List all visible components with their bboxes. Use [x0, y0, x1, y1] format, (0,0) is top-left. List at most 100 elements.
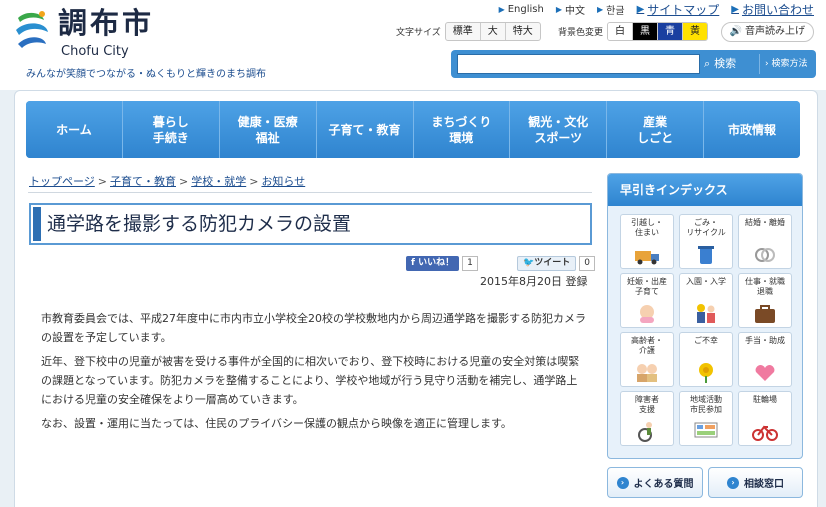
index-tile-label: 地域活動 市民参加 [690, 395, 722, 414]
faq-button[interactable]: › よくある質問 [607, 467, 703, 498]
heart-hand-icon [755, 365, 775, 381]
font-size-normal-button[interactable]: 標準 [446, 23, 480, 40]
facebook-like-button[interactable]: f いいね！ [406, 256, 460, 271]
arrow-icon: ▶ [555, 4, 562, 14]
search-icon: ⌕ [704, 57, 711, 70]
global-nav: ホーム 暮らし 手続き 健康・医療 福祉 子育て・教育 まちづくり 環境 観光・… [26, 101, 800, 158]
index-tile[interactable]: ご不幸 [679, 332, 733, 387]
index-tile[interactable]: ごみ・ リサイクル [679, 214, 733, 269]
site-title[interactable]: 調布市 [58, 6, 154, 40]
article-body: 市教育委員会では、平成27年度中に市内市立小学校全20校の学校敷地内から周辺通学… [41, 309, 586, 438]
bg-color-label: 背景色変更 [558, 28, 604, 38]
lang-english-link[interactable]: ▶ English [499, 4, 544, 15]
elderly-couple-icon [637, 364, 657, 382]
paragraph: 近年、登下校中の児童が被害を受ける事件が全国的に相次いでおり、登下校時における児… [41, 355, 580, 406]
nav-government[interactable]: 市政情報 [703, 101, 800, 158]
index-tile[interactable]: 駐輪場 [738, 391, 792, 446]
index-tile-label: 仕事・就職 退職 [745, 277, 785, 296]
consult-button[interactable]: › 相談窓口 [708, 467, 803, 498]
arrow-icon: ▶ [498, 4, 505, 14]
breadcrumb-news[interactable]: お知らせ [261, 175, 305, 188]
bg-color-group: 白 黒 青 黄 [607, 22, 709, 41]
recycle-bin-icon [698, 246, 714, 264]
breadcrumb-top[interactable]: トップページ [29, 175, 95, 188]
arrow-icon: ▶ [597, 4, 604, 14]
search-button[interactable]: ⌕ 検索 [704, 54, 736, 74]
twitter-tweet: 🐦ツイート 0 [517, 256, 595, 271]
index-tile-label: 入園・入学 [686, 277, 726, 286]
page-title-box: 通学路を撮影する防犯カメラの設置 [29, 203, 592, 245]
arrow-icon: ▶ [636, 3, 645, 15]
contact-link[interactable]: ▶ お問い合わせ [731, 1, 814, 18]
nav-living[interactable]: 暮らし 手続き [121, 101, 219, 158]
index-tile[interactable]: 入園・入学 [679, 273, 733, 328]
like-count: 1 [462, 256, 478, 271]
lang-chinese-link[interactable]: ▶ 中文 [556, 2, 585, 17]
briefcase-icon [755, 305, 775, 323]
bg-yellow-button[interactable]: 黄 [682, 23, 708, 40]
nav-industry[interactable]: 産業 しごと [606, 101, 704, 158]
bg-black-button[interactable]: 黒 [632, 23, 658, 40]
tweet-count: 0 [579, 256, 595, 271]
index-tile[interactable]: 妊娠・出産 子育て [620, 273, 674, 328]
index-tile[interactable]: 地域活動 市民参加 [679, 391, 733, 446]
facebook-icon: f [411, 258, 419, 268]
site-title-en: Chofu City [61, 44, 129, 59]
rings-icon [755, 248, 775, 262]
font-size-xlarge-button[interactable]: 特大 [504, 23, 540, 40]
breadcrumb-school[interactable]: 学校・就学 [191, 175, 246, 188]
index-tile-label: 引越し・ 住まい [631, 218, 663, 237]
paragraph: なお、設置・運用に当たっては、住民のプライバシー保護の観点から映像を適正に管理し… [41, 417, 512, 430]
bg-white-button[interactable]: 白 [608, 23, 633, 40]
chofu-logo-icon[interactable] [12, 8, 52, 52]
nav-health[interactable]: 健康・医療 福祉 [218, 101, 316, 158]
publish-date: 2015年8月20日 登録 [480, 275, 588, 288]
index-tile-label: 手当・助成 [745, 336, 785, 345]
arrow-icon: ▶ [731, 3, 739, 15]
index-tile[interactable]: 結婚・離婚 [738, 214, 792, 269]
index-tile-label: 妊娠・出産 子育て [627, 277, 667, 296]
breadcrumb-childcare[interactable]: 子育て・教育 [110, 175, 176, 188]
bicycle-icon [752, 425, 778, 441]
index-tile[interactable]: 引越し・ 住まい [620, 214, 674, 269]
title-bar [33, 207, 41, 241]
nav-tourism[interactable]: 観光・文化 スポーツ [509, 101, 607, 158]
font-size-large-button[interactable]: 大 [479, 23, 505, 40]
search-bar: ⌕ 検索 › 検索方法 [451, 50, 816, 78]
twitter-icon: 🐦 [523, 258, 535, 268]
school-kids-icon [697, 304, 715, 323]
paragraph: 市教育委員会では、平成27年度中に市内市立小学校全20校の学校敷地内から周辺通学… [41, 312, 586, 344]
bg-blue-button[interactable]: 青 [657, 23, 683, 40]
nav-urban[interactable]: まちづくり 環境 [412, 101, 510, 158]
index-tile-label: 駐輪場 [753, 395, 777, 404]
site-header: 調布市 Chofu City みんなが笑顔でつながる・ぬくもりと輝きのまち調布 … [0, 0, 826, 90]
nav-home[interactable]: ホーム [26, 101, 122, 158]
arrow-icon: › [727, 476, 739, 489]
sitemap-link[interactable]: ▶ サイトマップ [637, 1, 720, 18]
font-size-settings: 文字サイズ 標準 大 特大 [396, 22, 541, 41]
divider [28, 192, 592, 193]
index-tile[interactable]: 高齢者・ 介護 [620, 332, 674, 387]
advanced-search-link[interactable]: › 検索方法 [759, 54, 808, 74]
index-tile[interactable]: 障害者 支援 [620, 391, 674, 446]
quick-index-title: 早引きインデックス [608, 174, 802, 206]
voice-reader-button[interactable]: 🔊 音声読み上げ [720, 22, 814, 42]
wheelchair-icon [638, 422, 652, 442]
speaker-icon: 🔊 [729, 26, 742, 37]
index-tile-label: 高齢者・ 介護 [631, 336, 663, 355]
index-tile-label: ご不幸 [694, 336, 718, 345]
index-tile[interactable]: 手当・助成 [738, 332, 792, 387]
page-title: 通学路を撮影する防犯カメラの設置 [47, 213, 352, 235]
font-size-label: 文字サイズ [396, 28, 441, 38]
bg-color-settings: 背景色変更 白 黒 青 黄 [558, 22, 709, 41]
lang-korean-link[interactable]: ▶ 한글 [597, 2, 625, 17]
tweet-button[interactable]: 🐦ツイート [517, 256, 577, 271]
index-tile[interactable]: 仕事・就職 退職 [738, 273, 792, 328]
breadcrumb: トップページ > 子育て・教育 > 学校・就学 > お知らせ [29, 175, 306, 188]
font-size-group: 標準 大 特大 [444, 22, 541, 41]
index-tile-label: 結婚・離婚 [745, 218, 785, 227]
nav-childcare[interactable]: 子育て・教育 [315, 101, 413, 158]
index-tile-label: ごみ・ リサイクル [686, 218, 726, 237]
index-tile-label: 障害者 支援 [635, 395, 659, 414]
search-input[interactable] [457, 54, 700, 74]
